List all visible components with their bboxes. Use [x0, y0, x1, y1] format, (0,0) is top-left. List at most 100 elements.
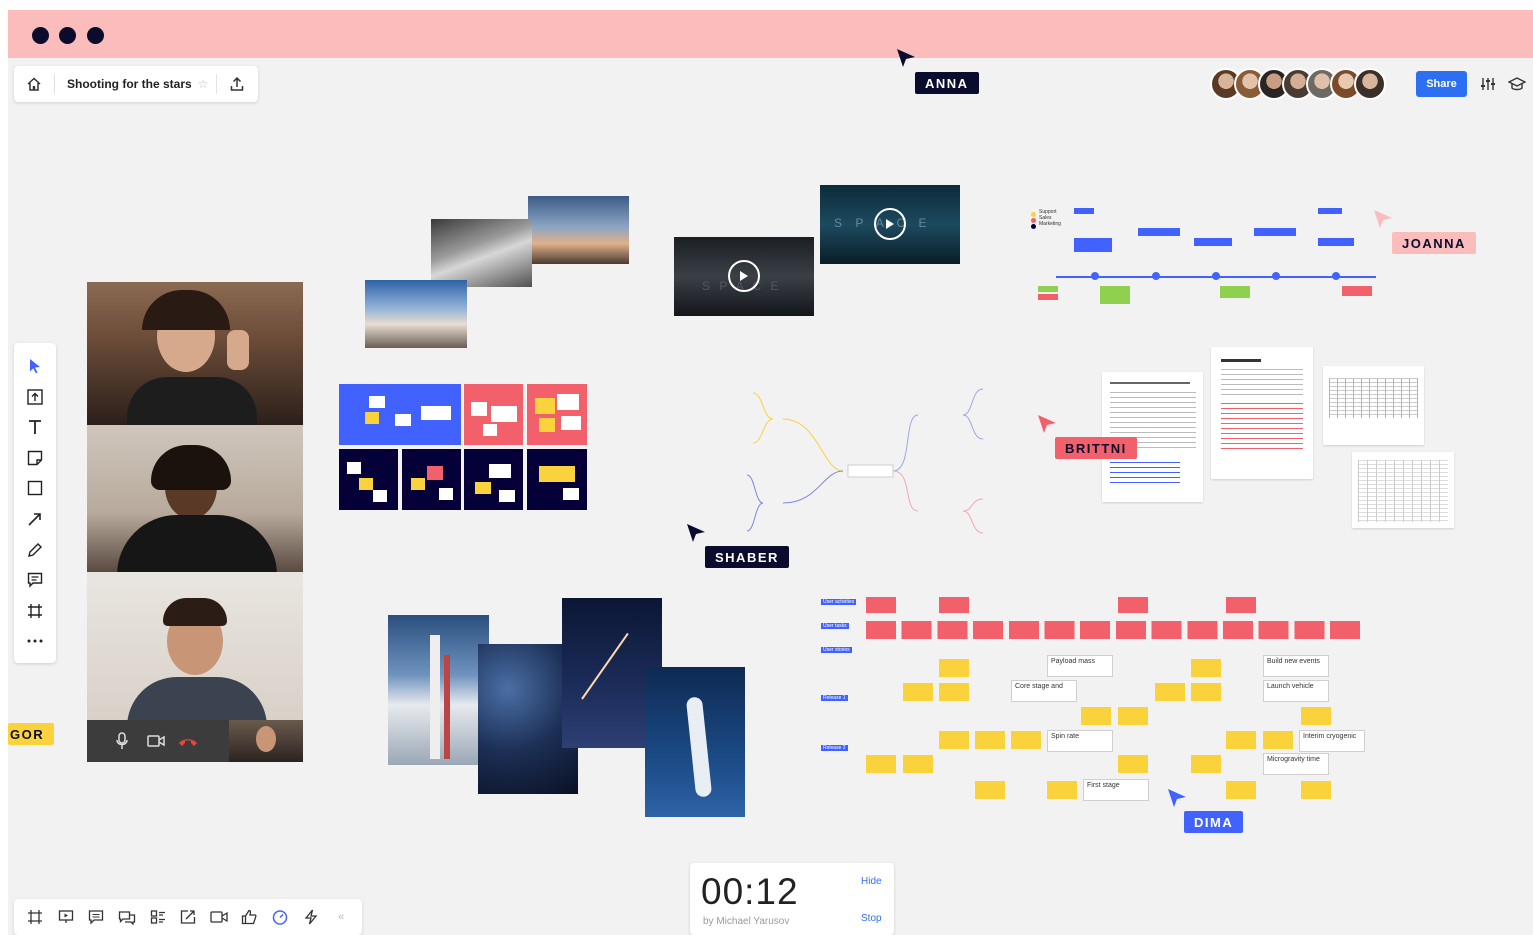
story-card-label: Build new events: [1267, 658, 1320, 665]
spreadsheet-page[interactable]: [1323, 366, 1424, 445]
presentation-icon[interactable]: [51, 902, 82, 932]
cursor-label-anna: ANNA: [915, 72, 979, 94]
collaborator-avatars[interactable]: [1210, 68, 1386, 102]
story-card[interactable]: Payload mass: [1047, 655, 1113, 677]
connector-arrow-icon[interactable]: [22, 506, 48, 532]
story-card-label: Payload mass: [1051, 658, 1095, 665]
header-divider: [54, 74, 55, 94]
window-zoom-dot[interactable]: [87, 27, 104, 44]
board-title[interactable]: Shooting for the stars: [67, 77, 192, 91]
play-icon[interactable]: [874, 208, 906, 240]
upload-frame-icon[interactable]: [22, 384, 48, 410]
left-toolbar: [14, 343, 56, 663]
row-label: User tasks: [821, 623, 849, 629]
hang-up-icon[interactable]: [177, 735, 199, 753]
screen-share-icon[interactable]: [173, 902, 204, 932]
lightning-icon[interactable]: [295, 902, 326, 932]
video-call-icon[interactable]: [204, 902, 235, 932]
timer-author: by Michael Yarusov: [703, 916, 790, 927]
sliders-icon[interactable]: [1477, 73, 1499, 95]
avatar[interactable]: [1354, 68, 1386, 100]
story-card[interactable]: Build new events: [1263, 655, 1329, 677]
legend-dot: [1031, 224, 1036, 229]
home-icon[interactable]: [14, 66, 54, 102]
window-close-dot[interactable]: [32, 27, 49, 44]
story-card[interactable]: Interim cryogenic: [1299, 730, 1365, 752]
story-card-label: Core stage and: [1015, 683, 1063, 690]
board-header: Shooting for the stars ☆: [14, 66, 258, 102]
upload-icon[interactable]: [217, 66, 257, 102]
video-tile-participant-2: [87, 425, 303, 575]
play-icon[interactable]: [728, 260, 760, 292]
document-page[interactable]: [1211, 347, 1313, 479]
sticky-note-icon[interactable]: [22, 445, 48, 471]
story-card[interactable]: Launch vehicle: [1263, 680, 1329, 702]
story-card[interactable]: Spin rate: [1047, 730, 1113, 752]
frames-icon[interactable]: [20, 902, 51, 932]
mic-icon[interactable]: [115, 732, 129, 755]
graduation-cap-icon[interactable]: [1506, 73, 1528, 95]
cursor-label-gor: GOR: [8, 723, 55, 745]
cursor-label-shaber: SHABER: [705, 546, 789, 568]
story-card-label: First stage: [1087, 782, 1120, 789]
legend-dot: [1031, 212, 1036, 217]
cursor-label-joanna: JOANNA: [1392, 232, 1476, 254]
collapse-icon[interactable]: «: [326, 902, 357, 932]
story-card[interactable]: Core stage and: [1011, 680, 1077, 702]
video-slide-2[interactable]: S P A C E: [820, 185, 960, 264]
video-call-panel[interactable]: [87, 282, 303, 762]
story-map[interactable]: User activities User tasks User stories …: [821, 595, 1366, 801]
pen-icon[interactable]: [22, 537, 48, 563]
chat-icon[interactable]: [112, 902, 143, 932]
video-tile-participant-3: [87, 572, 303, 727]
legend-dot: [1031, 218, 1036, 223]
title-bar: [8, 10, 1533, 58]
window-minimize-dot[interactable]: [59, 27, 76, 44]
video-controls-bar: [87, 720, 303, 762]
timeline[interactable]: Support Sales Marketing: [1028, 206, 1383, 326]
mind-map[interactable]: [703, 375, 1043, 545]
share-button[interactable]: Share: [1416, 71, 1467, 97]
legend-label: Marketing: [1039, 221, 1061, 227]
more-icon[interactable]: [22, 628, 48, 654]
card-list-icon[interactable]: [142, 902, 173, 932]
row-label: User activities: [821, 599, 857, 605]
comment-icon[interactable]: [22, 567, 48, 593]
rocket-image[interactable]: [528, 196, 629, 264]
persona-board[interactable]: [339, 384, 587, 510]
cursor-arrow: [1374, 210, 1392, 228]
self-view-thumbnail[interactable]: [229, 720, 303, 762]
timer-widget: 00:12 by Michael Yarusov Hide Stop: [690, 863, 894, 935]
comments-icon[interactable]: [81, 902, 112, 932]
timer-value: 00:12: [701, 871, 799, 912]
star-icon[interactable]: ☆: [198, 77, 209, 91]
timer-hide-button[interactable]: Hide: [861, 876, 882, 887]
cursor-arrow: [1038, 415, 1056, 433]
text-icon[interactable]: [22, 414, 48, 440]
cursor-label-brittni: BRITTNI: [1055, 437, 1137, 459]
row-label: User stories: [821, 647, 852, 653]
story-card-label: Launch vehicle: [1267, 683, 1314, 690]
timer-icon[interactable]: [265, 902, 296, 932]
select-arrow-icon[interactable]: [22, 353, 48, 379]
story-card[interactable]: First stage: [1083, 779, 1149, 801]
story-card-label: Spin rate: [1051, 733, 1080, 740]
shape-rectangle-icon[interactable]: [22, 475, 48, 501]
cursor-arrow: [1168, 789, 1186, 807]
rocket-launch-image[interactable]: [365, 280, 467, 348]
story-card[interactable]: Microgravity time: [1263, 753, 1329, 775]
camera-icon[interactable]: [147, 734, 165, 753]
cursor-arrow: [687, 524, 705, 542]
video-tile-participant-1: [87, 282, 303, 437]
timer-stop-button[interactable]: Stop: [861, 913, 882, 924]
rocket-hangar-image[interactable]: [431, 219, 532, 287]
vote-icon[interactable]: [234, 902, 265, 932]
bottom-toolbar: «: [14, 899, 362, 935]
cursor-arrow: [897, 49, 915, 67]
smoke-trail-image[interactable]: [645, 667, 745, 817]
rocket-tower-image[interactable]: [388, 615, 489, 765]
video-slide-1[interactable]: S P A C E: [674, 237, 814, 316]
cursor-label-dima: DIMA: [1184, 811, 1244, 833]
frame-icon[interactable]: [22, 598, 48, 624]
spreadsheet-page[interactable]: [1352, 452, 1454, 528]
